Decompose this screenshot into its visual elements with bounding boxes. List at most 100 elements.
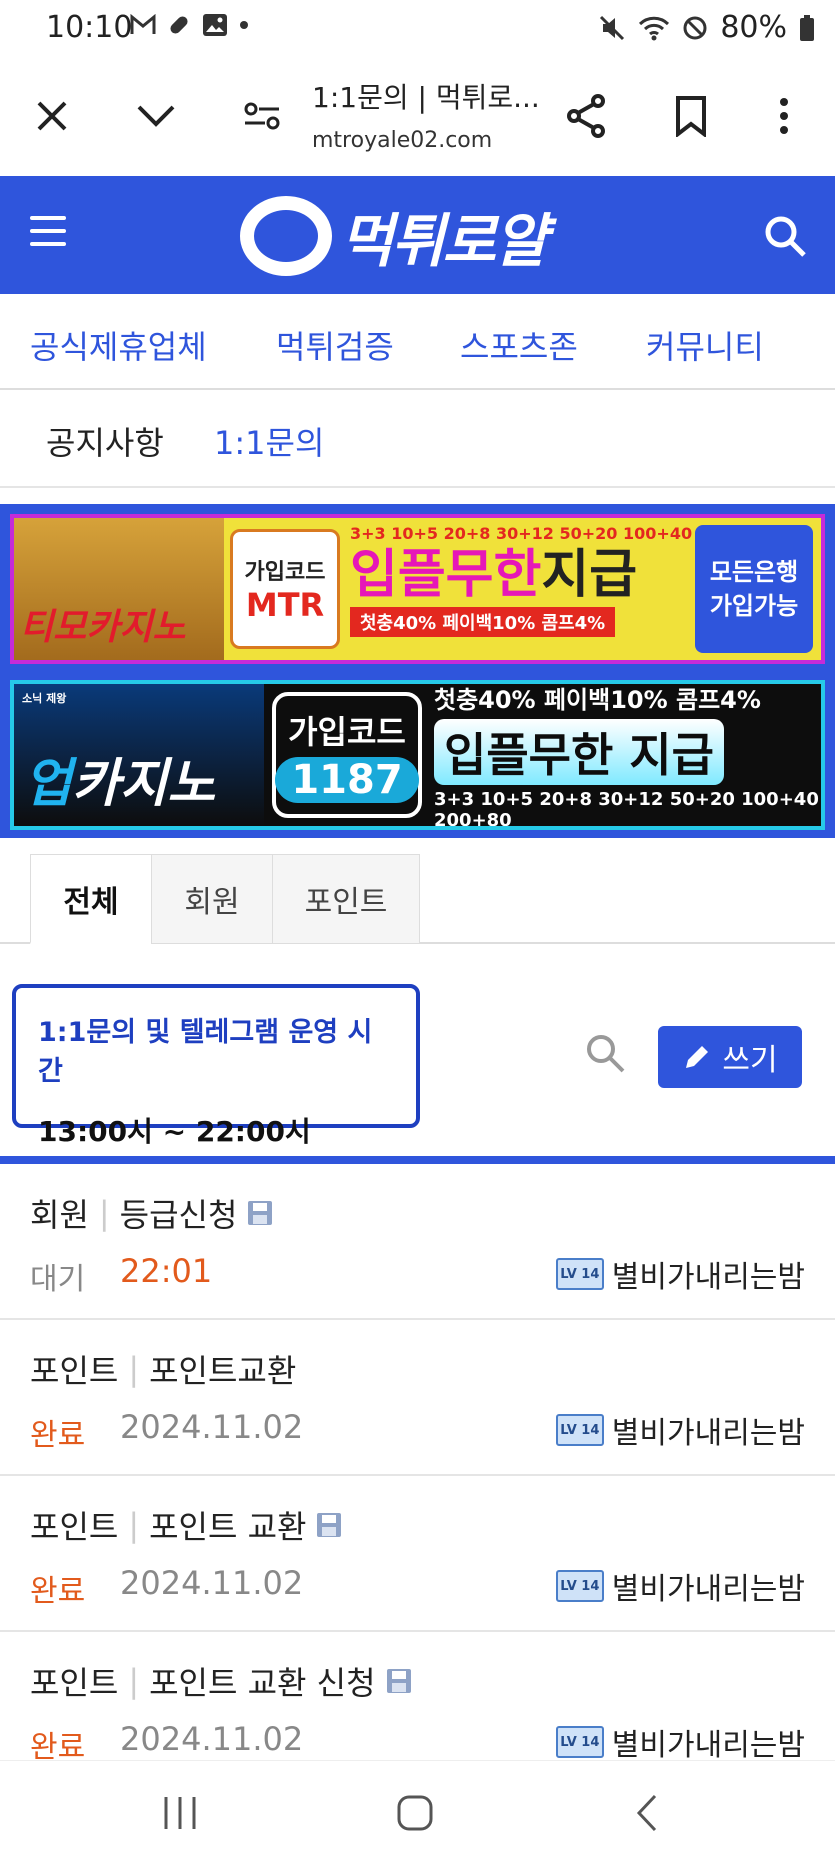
ad-banner-up[interactable]: 소닉 제왕 업카지노 가입코드 1187 첫충40% 페이백10% 콤프4% 입…: [10, 680, 825, 830]
nav-item-community[interactable]: 커뮤니티: [646, 322, 764, 368]
chevron-down-icon: [137, 105, 175, 127]
bookmark-icon: [676, 96, 706, 137]
browser-toolbar: 1:1문의 | 먹튀로... mtroyale02.com: [0, 56, 835, 176]
author-name: 별비가내리는밤: [611, 1572, 805, 1607]
notice-title: 1:1문의 및 텔레그램 운영 시간: [38, 1017, 373, 1087]
list-item[interactable]: 포인트 | 포인트 교환 완료 2024.11.02 LV 14 별비가내리는밤: [0, 1476, 835, 1632]
mute-icon: [600, 15, 625, 40]
home-button[interactable]: [390, 1791, 440, 1835]
banner2-bottom-line: 3+3 10+5 20+8 30+12 50+20 100+40 200+80: [434, 788, 819, 830]
tab-member[interactable]: 회원: [151, 854, 273, 944]
main-nav: 공식제휴업체 먹튀검증 스포츠존 커뮤니티: [0, 294, 835, 390]
post-title: 포인트 | 포인트 교환 신청: [30, 1658, 412, 1704]
url-block[interactable]: 1:1문의 | 먹튀로... mtroyale02.com: [312, 76, 542, 153]
attachment-icon: [386, 1669, 411, 1693]
tab-point[interactable]: 포인트: [272, 854, 420, 944]
banner1-code: MTR: [245, 586, 325, 624]
write-button[interactable]: 쓰기: [658, 1026, 802, 1088]
more-menu-button[interactable]: [758, 90, 810, 142]
nav-item-sports[interactable]: 스포츠존: [460, 322, 578, 368]
tab-all[interactable]: 전체: [30, 854, 152, 944]
operating-hours-notice: 1:1문의 및 텔레그램 운영 시간 13:00시 ~ 22:00시: [12, 984, 420, 1148]
sub-nav-notice[interactable]: 공지사항: [46, 418, 164, 464]
search-icon[interactable]: [763, 214, 807, 258]
banner1-headline-a: 입플무한: [350, 545, 542, 605]
post-author: LV 14 별비가내리는밤: [555, 1252, 805, 1296]
gallery-icon: [203, 14, 227, 36]
home-icon: [397, 1795, 433, 1831]
back-button[interactable]: [622, 1791, 672, 1835]
banner1-brand-art: 티모카지노: [14, 518, 224, 660]
post-status: 대기: [30, 1262, 86, 1297]
banner1-code-box: 가입코드 MTR: [230, 529, 340, 649]
banner2-code-label: 가입코드: [288, 713, 406, 751]
separator: |: [128, 1662, 140, 1700]
sub-nav-inquiry[interactable]: 1:1문의: [214, 418, 324, 464]
pill-icon: [170, 16, 188, 34]
post-date: 2024.11.02: [120, 1720, 304, 1758]
logo-text: 먹튀로얄: [340, 207, 547, 275]
banner1-code-label: 가입코드: [244, 560, 326, 585]
banner1-middle: 3+3 10+5 20+8 30+12 50+20 100+40 입플무한지급 …: [340, 518, 695, 660]
nav-item-partners[interactable]: 공식제휴업체: [30, 322, 207, 368]
post-author: LV 14 별비가내리는밤: [555, 1720, 805, 1764]
recents-button[interactable]: [155, 1791, 205, 1835]
banner2-headline: 입플무한 지급: [434, 718, 724, 785]
attachment-icon: [317, 1513, 342, 1537]
status-bar: 10:10 80%: [0, 0, 835, 56]
close-tab-button[interactable]: [26, 90, 78, 142]
site-settings-button[interactable]: [236, 90, 288, 142]
site-logo[interactable]: 먹튀로얄: [240, 194, 547, 278]
banner1-brand: 티모카지노: [20, 607, 186, 648]
gmail-icon: [130, 14, 156, 34]
banner1-right-line2: 가입가능: [709, 592, 799, 620]
separator: |: [128, 1350, 140, 1388]
post-author: LV 14 별비가내리는밤: [555, 1564, 805, 1608]
banner1-bank-box: 모든은행 가입가능: [695, 525, 813, 653]
menu-icon[interactable]: [30, 216, 66, 246]
sub-nav: 공지사항 1:1문의: [0, 390, 835, 488]
pencil-icon: [686, 1046, 709, 1068]
notice-time: 13:00시 ~ 22:00시: [38, 1115, 311, 1148]
recents-icon: [164, 1797, 196, 1829]
banner2-middle: 첫충40% 페이백10% 콤프4% 입플무한 지급 3+3 10+5 20+8 …: [422, 684, 821, 830]
status-system-icons: 80%: [598, 10, 815, 45]
bookmark-button[interactable]: [665, 90, 717, 142]
wifi-icon: [639, 16, 670, 40]
dot-icon: [240, 21, 248, 29]
post-subject: 포인트교환: [149, 1352, 297, 1390]
list-item[interactable]: 포인트 | 포인트교환 완료 2024.11.02 LV 14 별비가내리는밤: [0, 1320, 835, 1476]
tune-icon: [244, 102, 280, 130]
board-search-icon[interactable]: [584, 1032, 626, 1074]
banner2-brand-art: 소닉 제왕 업카지노: [14, 684, 264, 826]
level-badge: LV 14: [555, 1258, 604, 1290]
battery-percent: 80%: [720, 10, 787, 45]
ad-banner-timo[interactable]: 티모카지노 가입코드 MTR 3+3 10+5 20+8 30+12 50+20…: [10, 514, 825, 664]
nav-item-verification[interactable]: 먹튀검증: [276, 322, 394, 368]
banner1-headline: 입플무한지급: [350, 543, 695, 607]
logo-mark-icon: [240, 196, 332, 276]
banner2-brand: 업카지노: [24, 741, 215, 816]
post-category: 회원: [30, 1196, 89, 1234]
share-button[interactable]: [560, 90, 612, 142]
separator: |: [98, 1194, 110, 1232]
separator: |: [128, 1506, 140, 1544]
banner1-right-line1: 모든은행: [709, 558, 799, 586]
banner2-badge: 소닉 제왕: [22, 692, 67, 705]
battery-icon: [800, 14, 814, 41]
more-vert-icon: [780, 98, 788, 134]
status-notification-icons: [130, 12, 250, 38]
close-icon: [37, 101, 67, 131]
collapse-button[interactable]: [130, 90, 182, 142]
post-list: 회원 | 등급신청 대기 22:01 LV 14 별비가내리는밤 포인트 | 포…: [0, 1164, 835, 1788]
banner2-code: 1187: [275, 757, 419, 803]
block-icon: [683, 16, 707, 39]
list-item[interactable]: 회원 | 등급신청 대기 22:01 LV 14 별비가내리는밤: [0, 1164, 835, 1320]
banner2-brand-up: 업: [24, 754, 72, 814]
level-badge: LV 14: [555, 1726, 604, 1758]
android-nav-bar: [0, 1760, 835, 1862]
post-subject: 등급신청: [119, 1196, 238, 1234]
level-badge: LV 14: [555, 1570, 604, 1602]
post-title: 포인트 | 포인트 교환: [30, 1502, 342, 1548]
post-subject: 포인트 교환 신청: [149, 1664, 376, 1702]
